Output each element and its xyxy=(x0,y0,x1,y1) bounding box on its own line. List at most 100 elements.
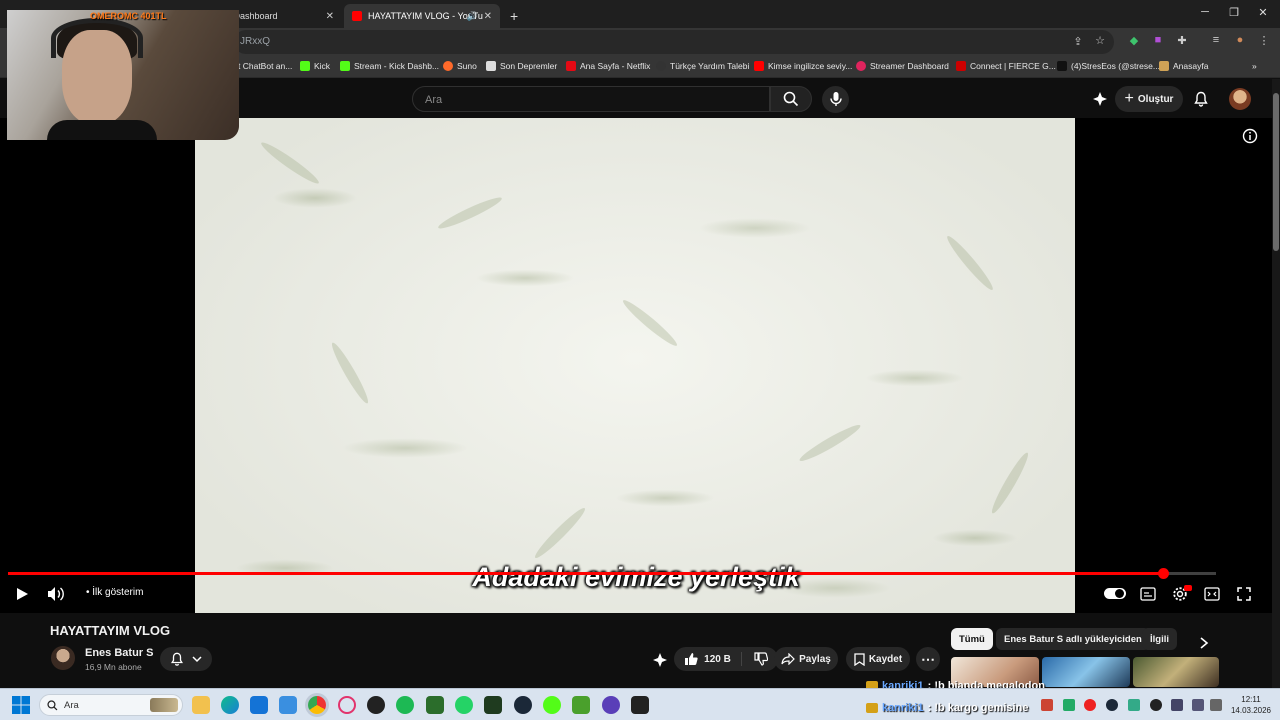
file-explorer-icon[interactable] xyxy=(192,696,210,714)
leaf-pattern xyxy=(943,232,997,294)
microsoft-store-icon[interactable] xyxy=(250,696,268,714)
steam-icon[interactable] xyxy=(514,696,532,714)
notifications-bell-icon[interactable] xyxy=(1193,91,1209,107)
tab-youtube-video[interactable]: HAYATTAYIM VLOG - YouTu 🔊 ✕ xyxy=(344,4,500,28)
bookmark-item[interactable]: Suno xyxy=(443,61,477,71)
spotify-icon[interactable] xyxy=(396,696,414,714)
streamlabs-icon[interactable] xyxy=(484,696,502,714)
close-tab-icon[interactable]: ✕ xyxy=(484,11,492,22)
search-icon xyxy=(47,700,58,711)
scrollbar-thumb[interactable] xyxy=(1273,93,1279,251)
progress-scrubber[interactable] xyxy=(1157,568,1169,579)
chevron-right-icon[interactable] xyxy=(1199,637,1209,649)
media-control-icon[interactable]: ≡ xyxy=(1208,34,1224,46)
fullscreen-icon[interactable] xyxy=(1237,587,1251,601)
channel-name[interactable]: Enes Batur S xyxy=(85,647,153,659)
ai-sparkle-icon[interactable] xyxy=(1092,91,1108,107)
tray-steam-icon[interactable] xyxy=(1106,699,1118,711)
nvidia-icon[interactable] xyxy=(426,696,444,714)
autoplay-toggle[interactable] xyxy=(1104,588,1126,599)
extension-shield-icon[interactable]: ◆ xyxy=(1126,34,1142,47)
taskbar-search-placeholder: Ara xyxy=(64,700,79,711)
minecraft-icon[interactable] xyxy=(572,696,590,714)
play-icon[interactable] xyxy=(15,587,29,601)
recommended-video-thumbnail[interactable] xyxy=(1133,657,1219,687)
search-button[interactable] xyxy=(770,86,812,112)
extensions-puzzle-icon[interactable]: ✚ xyxy=(1174,34,1190,47)
chip-from-uploader[interactable]: Enes Batur S adlı yükleyiciden xyxy=(996,628,1150,650)
voice-search-button[interactable] xyxy=(822,86,849,113)
thumbs-down-icon[interactable] xyxy=(754,652,768,666)
extension-twitch-icon[interactable]: ■ xyxy=(1150,34,1166,46)
progress-bar[interactable] xyxy=(8,568,1216,579)
profile-avatar-icon[interactable]: ● xyxy=(1232,34,1248,46)
close-tab-icon[interactable]: ✕ xyxy=(326,11,334,22)
tray-app-icon[interactable] xyxy=(1128,699,1140,711)
bookmark-item[interactable]: Kick xyxy=(300,61,330,71)
volume-icon[interactable] xyxy=(47,586,65,602)
restore-icon[interactable]: ❐ xyxy=(1219,6,1249,19)
more-actions-button[interactable]: ⋯ xyxy=(916,647,940,671)
tray-mic-icon[interactable] xyxy=(1171,699,1183,711)
kick-icon xyxy=(340,61,350,71)
video-player[interactable]: Adadaki evimize yerleştik • İlk gösterim xyxy=(0,118,1272,613)
close-window-icon[interactable]: ✕ xyxy=(1248,6,1278,19)
app-launcher-icon[interactable] xyxy=(602,696,620,714)
url-field[interactable]: JRxxQ ⇪ ☆ xyxy=(234,30,1114,54)
bookmark-item[interactable]: Türkçe Yardım Talebi xyxy=(656,61,749,71)
opera-icon[interactable] xyxy=(338,696,356,714)
bookmark-item[interactable]: t ChatBot an... xyxy=(238,61,292,71)
search-input[interactable]: Ara xyxy=(412,86,770,112)
theater-mode-icon[interactable] xyxy=(1204,587,1220,601)
channel-avatar[interactable] xyxy=(51,646,75,670)
browser-menu-icon[interactable]: ⋮ xyxy=(1256,34,1272,47)
bookmark-star-icon[interactable]: ☆ xyxy=(1092,34,1108,47)
tray-record-icon[interactable] xyxy=(1084,699,1096,711)
bookmark-item[interactable]: (4)StresEos (@strese... xyxy=(1057,61,1160,71)
page-scrollbar[interactable] xyxy=(1272,79,1280,688)
tray-app-icon[interactable] xyxy=(1041,699,1053,711)
kick-app-icon[interactable] xyxy=(543,696,561,714)
edge-icon[interactable] xyxy=(221,696,239,714)
minimize-icon[interactable]: ─ xyxy=(1190,6,1220,18)
recommended-video-thumbnail[interactable] xyxy=(1042,657,1130,687)
tab-title: HAYATTAYIM VLOG - YouTu xyxy=(368,11,483,21)
bookmark-item[interactable]: Ana Sayfa - Netflix xyxy=(566,61,650,71)
subscription-bell-button[interactable] xyxy=(160,647,212,671)
bookmark-item[interactable]: Anasayfa xyxy=(1159,61,1208,71)
epic-games-icon[interactable] xyxy=(631,696,649,714)
mail-icon[interactable] xyxy=(279,696,297,714)
chrome-icon[interactable] xyxy=(308,696,326,714)
bookmark-item[interactable]: Son Depremler xyxy=(486,61,557,71)
windows-start-icon[interactable] xyxy=(12,696,30,714)
chip-related[interactable]: İlgili xyxy=(1142,628,1177,650)
chip-all[interactable]: Tümü xyxy=(951,628,993,650)
more-bookmarks-icon[interactable]: » xyxy=(1252,61,1257,71)
whatsapp-icon[interactable] xyxy=(455,696,473,714)
bookmark-item[interactable]: Streamer Dashboard xyxy=(856,61,949,71)
info-icon[interactable] xyxy=(1242,128,1258,144)
ai-ask-icon[interactable] xyxy=(652,652,668,668)
account-avatar[interactable] xyxy=(1229,88,1251,110)
tray-volume-icon[interactable] xyxy=(1210,699,1222,711)
bookmark-item[interactable]: Kimse ingilizce seviy... xyxy=(754,61,852,71)
obs-icon[interactable] xyxy=(367,696,385,714)
speaker-icon[interactable]: 🔊 xyxy=(467,11,478,22)
share-button[interactable]: Paylaş xyxy=(774,647,838,671)
create-button[interactable]: + Oluştur xyxy=(1115,86,1183,112)
captions-icon[interactable] xyxy=(1140,587,1156,601)
tray-display-icon[interactable] xyxy=(1192,699,1204,711)
taskbar-clock[interactable]: 12:11 14.03.2026 xyxy=(1228,694,1274,716)
install-app-icon[interactable]: ⇪ xyxy=(1070,35,1086,48)
bookmark-item[interactable]: Connect | FIERCE G... xyxy=(956,61,1056,71)
like-button[interactable]: 120 B xyxy=(684,652,742,666)
bookmark-item[interactable]: Stream - Kick Dashb... xyxy=(340,61,439,71)
new-tab-button[interactable]: + xyxy=(502,4,522,28)
tray-app-icon[interactable] xyxy=(1063,699,1075,711)
chapter-label[interactable]: • İlk gösterim xyxy=(86,587,143,598)
leaf-pattern xyxy=(619,296,681,350)
video-frame[interactable] xyxy=(195,118,1075,613)
taskbar-search-input[interactable]: Ara xyxy=(39,694,183,716)
save-button[interactable]: Kaydet xyxy=(846,647,910,671)
tray-obs-icon[interactable] xyxy=(1150,699,1162,711)
